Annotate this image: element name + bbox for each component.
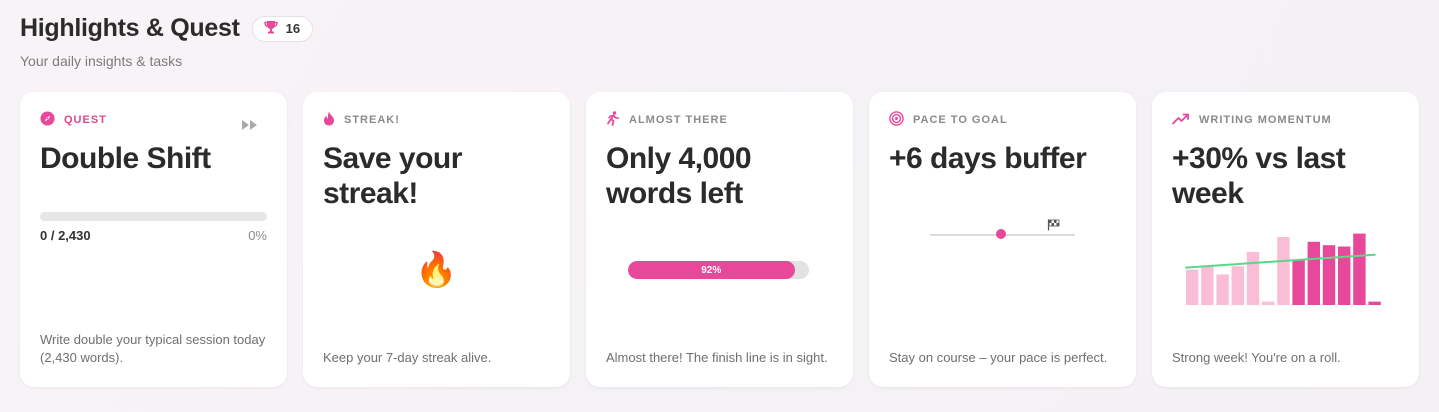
card-label-text: WRITING MOMENTUM <box>1199 114 1332 126</box>
almost-there-card[interactable]: ALMOST THERE Only 4,000 words left 92% A… <box>586 92 853 387</box>
runner-icon <box>606 111 620 129</box>
momentum-bar <box>1231 266 1244 305</box>
checkered-flag-icon <box>1047 218 1060 236</box>
card-label-text: QUEST <box>64 114 107 126</box>
card-label-text: STREAK! <box>344 114 400 126</box>
card-footer: Stay on course – your pace is perfect. <box>889 350 1108 365</box>
momentum-bar <box>1338 246 1351 305</box>
card-label: WRITING MOMENTUM <box>1172 112 1399 128</box>
fire-emoji: 🔥 <box>415 251 458 289</box>
card-headline: Save your streak! <box>323 142 462 210</box>
momentum-bar <box>1368 301 1381 305</box>
card-footer: Almost there! The finish line is in sigh… <box>606 350 828 365</box>
skip-forward-icon[interactable] <box>241 118 259 136</box>
momentum-bar-chart <box>1185 233 1381 305</box>
card-label: QUEST <box>40 111 267 129</box>
momentum-bar <box>1186 269 1199 305</box>
writing-momentum-card[interactable]: WRITING MOMENTUM +30% vs last week Stron… <box>1152 92 1419 387</box>
card-footer: Keep your 7-day streak alive. <box>323 350 492 365</box>
flame-icon <box>323 111 335 129</box>
compass-icon <box>40 111 55 129</box>
momentum-bar <box>1353 233 1366 305</box>
quest-progress-bar <box>40 212 267 221</box>
pace-to-goal-card[interactable]: PACE TO GOAL +6 days buffer Stay on cour… <box>869 92 1136 387</box>
card-label-text: PACE TO GOAL <box>913 114 1008 126</box>
trend-up-icon <box>1172 113 1190 128</box>
page-title: Highlights & Quest <box>20 14 240 42</box>
card-label: PACE TO GOAL <box>889 111 1116 129</box>
momentum-bar <box>1216 274 1229 305</box>
quest-card[interactable]: QUEST Double Shift 0 / 2,430 0% Write do… <box>20 92 287 387</box>
card-label: STREAK! <box>323 111 550 129</box>
momentum-bar <box>1262 301 1275 305</box>
card-headline: Only 4,000 words left <box>606 142 752 210</box>
card-headline: +30% vs last week <box>1172 142 1346 210</box>
card-footer: Write double your typical session today … <box>40 332 266 365</box>
momentum-bar <box>1322 245 1336 305</box>
momentum-bar <box>1307 241 1320 305</box>
card-headline: +6 days buffer <box>889 142 1087 175</box>
streak-card[interactable]: STREAK! Save your streak! 🔥 Keep your 7-… <box>303 92 570 387</box>
quest-progress-count: 0 / 2,430 <box>40 228 91 243</box>
header: Highlights & Quest 16 Your daily insight… <box>20 14 314 69</box>
momentum-bar <box>1246 252 1260 305</box>
quest-progress-percent: 0% <box>248 228 267 243</box>
card-label: ALMOST THERE <box>606 111 833 129</box>
words-progress-fill: 92% <box>628 261 795 279</box>
momentum-bar <box>1201 266 1214 305</box>
words-progress-bar: 92% <box>628 261 809 279</box>
pace-marker <box>996 229 1007 239</box>
momentum-bar <box>1292 260 1305 305</box>
target-icon <box>889 111 904 129</box>
trophy-icon <box>263 19 279 38</box>
card-label-text: ALMOST THERE <box>629 114 728 126</box>
trophy-count: 16 <box>285 21 301 36</box>
card-footer: Strong week! You're on a roll. <box>1172 350 1341 365</box>
trophy-badge[interactable]: 16 <box>251 15 314 42</box>
momentum-bar <box>1277 237 1290 305</box>
page-subtitle: Your daily insights & tasks <box>20 53 183 69</box>
highlight-cards: QUEST Double Shift 0 / 2,430 0% Write do… <box>20 92 1419 387</box>
card-headline: Double Shift <box>40 142 211 175</box>
